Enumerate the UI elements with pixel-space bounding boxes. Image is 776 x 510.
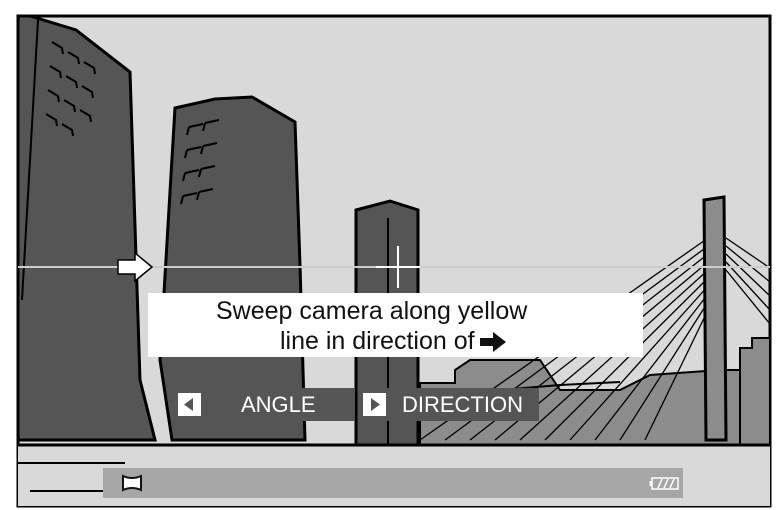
- panorama-mode-icon: [122, 474, 142, 492]
- direction-arrow-icon: [479, 332, 506, 353]
- direction-control[interactable]: DIRECTION: [358, 388, 539, 421]
- right-edge-building: [739, 337, 771, 446]
- city-scene: [0, 0, 776, 510]
- direction-label: DIRECTION: [402, 392, 523, 417]
- angle-label: ANGLE: [241, 392, 316, 417]
- instruction-line-2-text: line in direction of: [280, 327, 475, 355]
- status-bar: [103, 468, 683, 498]
- camera-screen: Sweep camera along yellow line in direct…: [0, 0, 776, 510]
- right-key-icon: [363, 393, 386, 416]
- instruction-line-1: Sweep camera along yellow: [216, 297, 528, 325]
- angle-control[interactable]: ANGLE: [173, 388, 355, 421]
- left-key-icon: [178, 393, 201, 416]
- instruction-line-2: line in direction of: [280, 327, 507, 355]
- battery-icon: [649, 477, 679, 490]
- instruction-box: Sweep camera along yellow line in direct…: [148, 293, 643, 357]
- bridge-tower: [702, 195, 728, 442]
